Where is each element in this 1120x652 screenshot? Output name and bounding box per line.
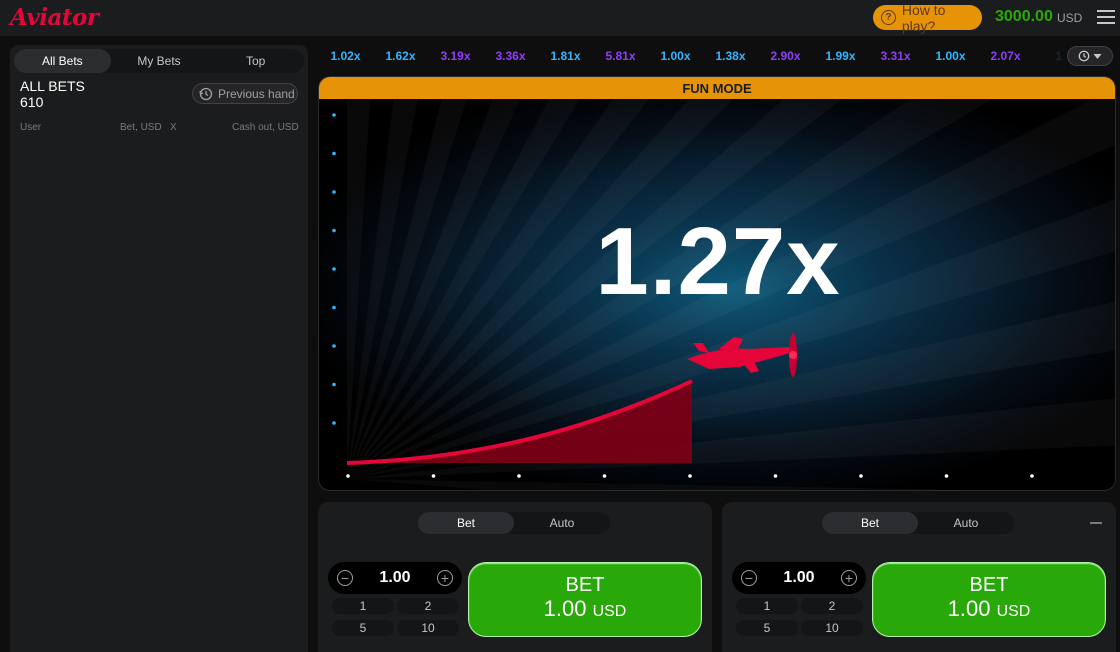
how-to-play-label: How to play? — [901, 1, 946, 34]
help-icon: ? — [881, 10, 896, 25]
tab-my-bets[interactable]: My Bets — [111, 49, 208, 73]
bet-button-label: BET — [565, 574, 605, 596]
history-icon — [199, 87, 213, 100]
bet-amount-input[interactable]: 1.00 — [379, 569, 410, 587]
increase-button[interactable]: + — [840, 570, 857, 586]
quick-amount-button[interactable]: 1 — [736, 598, 798, 614]
how-to-play-button[interactable]: ? How to play? — [873, 2, 982, 34]
tab-top[interactable]: Top — [207, 49, 304, 73]
quick-amount-button[interactable]: 1 — [332, 598, 394, 614]
balance-amount: 3000.00 — [995, 8, 1053, 25]
bet-amount-input[interactable]: 1.00 — [783, 569, 814, 587]
tab-bet[interactable]: Bet — [822, 512, 918, 534]
history-toggle-button[interactable] — [1067, 46, 1113, 66]
remove-panel-icon[interactable] — [1090, 522, 1102, 524]
menu-icon[interactable] — [1097, 10, 1115, 24]
fun-mode-banner: FUN MODE — [319, 77, 1115, 99]
tab-bet[interactable]: Bet — [418, 512, 514, 534]
quick-amount-button[interactable]: 5 — [736, 620, 798, 636]
history-multiplier: 1.81x — [550, 49, 581, 63]
current-multiplier: 1.27x — [595, 208, 841, 315]
tab-all-bets[interactable]: All Bets — [14, 49, 111, 73]
bet-mode-tabs: Bet Auto — [822, 512, 1014, 534]
history-icon — [1078, 50, 1090, 62]
aviator-logo[interactable]: Aviator — [10, 4, 99, 31]
decrease-button[interactable]: − — [741, 570, 757, 586]
quick-amount-button[interactable]: 5 — [332, 620, 394, 636]
history-multiplier: 5.81x — [605, 49, 636, 63]
bet-panel-1: Bet Auto − 1.00 + 1 2 5 10 BET 1.00 USD — [318, 502, 712, 652]
history-multiplier: 3.31x — [880, 49, 911, 63]
bet-button-label: BET — [969, 574, 1009, 596]
history-multiplier: 3.36x — [495, 49, 526, 63]
column-bet: Bet, USD — [120, 122, 162, 133]
history-fade — [1020, 45, 1065, 67]
bet-button-amount: 1.00 USD — [543, 596, 627, 621]
bets-tabs: All Bets My Bets Top — [14, 49, 304, 73]
column-user: User — [20, 122, 42, 133]
history-multiplier: 2.90x — [770, 49, 801, 63]
bet-button[interactable]: BET 1.00 USD — [872, 562, 1106, 637]
bet-amount-stepper: − 1.00 + — [328, 562, 462, 594]
column-x: X — [170, 122, 177, 133]
history-multiplier: 1.00x — [935, 49, 966, 63]
all-bets-count: 610 — [20, 94, 44, 110]
balance-currency: USD — [1057, 11, 1083, 25]
history-multiplier: 1.00x — [660, 49, 691, 63]
quick-amount-button[interactable]: 10 — [397, 620, 459, 636]
all-bets-heading: ALL BETS 610 — [20, 78, 85, 110]
previous-hand-button[interactable]: Previous hand — [192, 83, 298, 104]
top-bar: Aviator ? How to play? 3000.00 USD — [0, 0, 1120, 36]
increase-button[interactable]: + — [436, 570, 453, 586]
bet-mode-tabs: Bet Auto — [418, 512, 610, 534]
bet-panel-2: Bet Auto − 1.00 + 1 2 5 10 BET 1.00 USD — [722, 502, 1116, 652]
bet-button[interactable]: BET 1.00 USD — [468, 562, 702, 637]
tab-auto[interactable]: Auto — [514, 512, 610, 534]
game-canvas: FUN MODE 1.27x — [318, 76, 1116, 491]
history-multiplier: 1.62x — [385, 49, 416, 63]
quick-amount-button[interactable]: 2 — [397, 598, 459, 614]
tab-auto[interactable]: Auto — [918, 512, 1014, 534]
quick-amount-button[interactable]: 2 — [801, 598, 863, 614]
history-multiplier: 1.99x — [825, 49, 856, 63]
history-multiplier: 1.38x — [715, 49, 746, 63]
history-multiplier: 3.19x — [440, 49, 471, 63]
chevron-down-icon — [1093, 53, 1102, 59]
column-cashout: Cash out, USD — [232, 122, 299, 133]
bet-button-amount: 1.00 USD — [947, 596, 1031, 621]
previous-hand-label: Previous hand — [218, 86, 295, 101]
history-multiplier: 1.02x — [330, 49, 361, 63]
bets-panel: All Bets My Bets Top ALL BETS 610 Previo… — [10, 45, 308, 652]
quick-amount-button[interactable]: 10 — [801, 620, 863, 636]
bet-amount-stepper: − 1.00 + — [732, 562, 866, 594]
all-bets-title: ALL BETS — [20, 78, 85, 94]
decrease-button[interactable]: − — [337, 570, 353, 586]
multiplier-history: 1.02x 1.62x 3.19x 3.36x 1.81x 5.81x 1.00x 1.38x… — [318, 45, 1062, 67]
